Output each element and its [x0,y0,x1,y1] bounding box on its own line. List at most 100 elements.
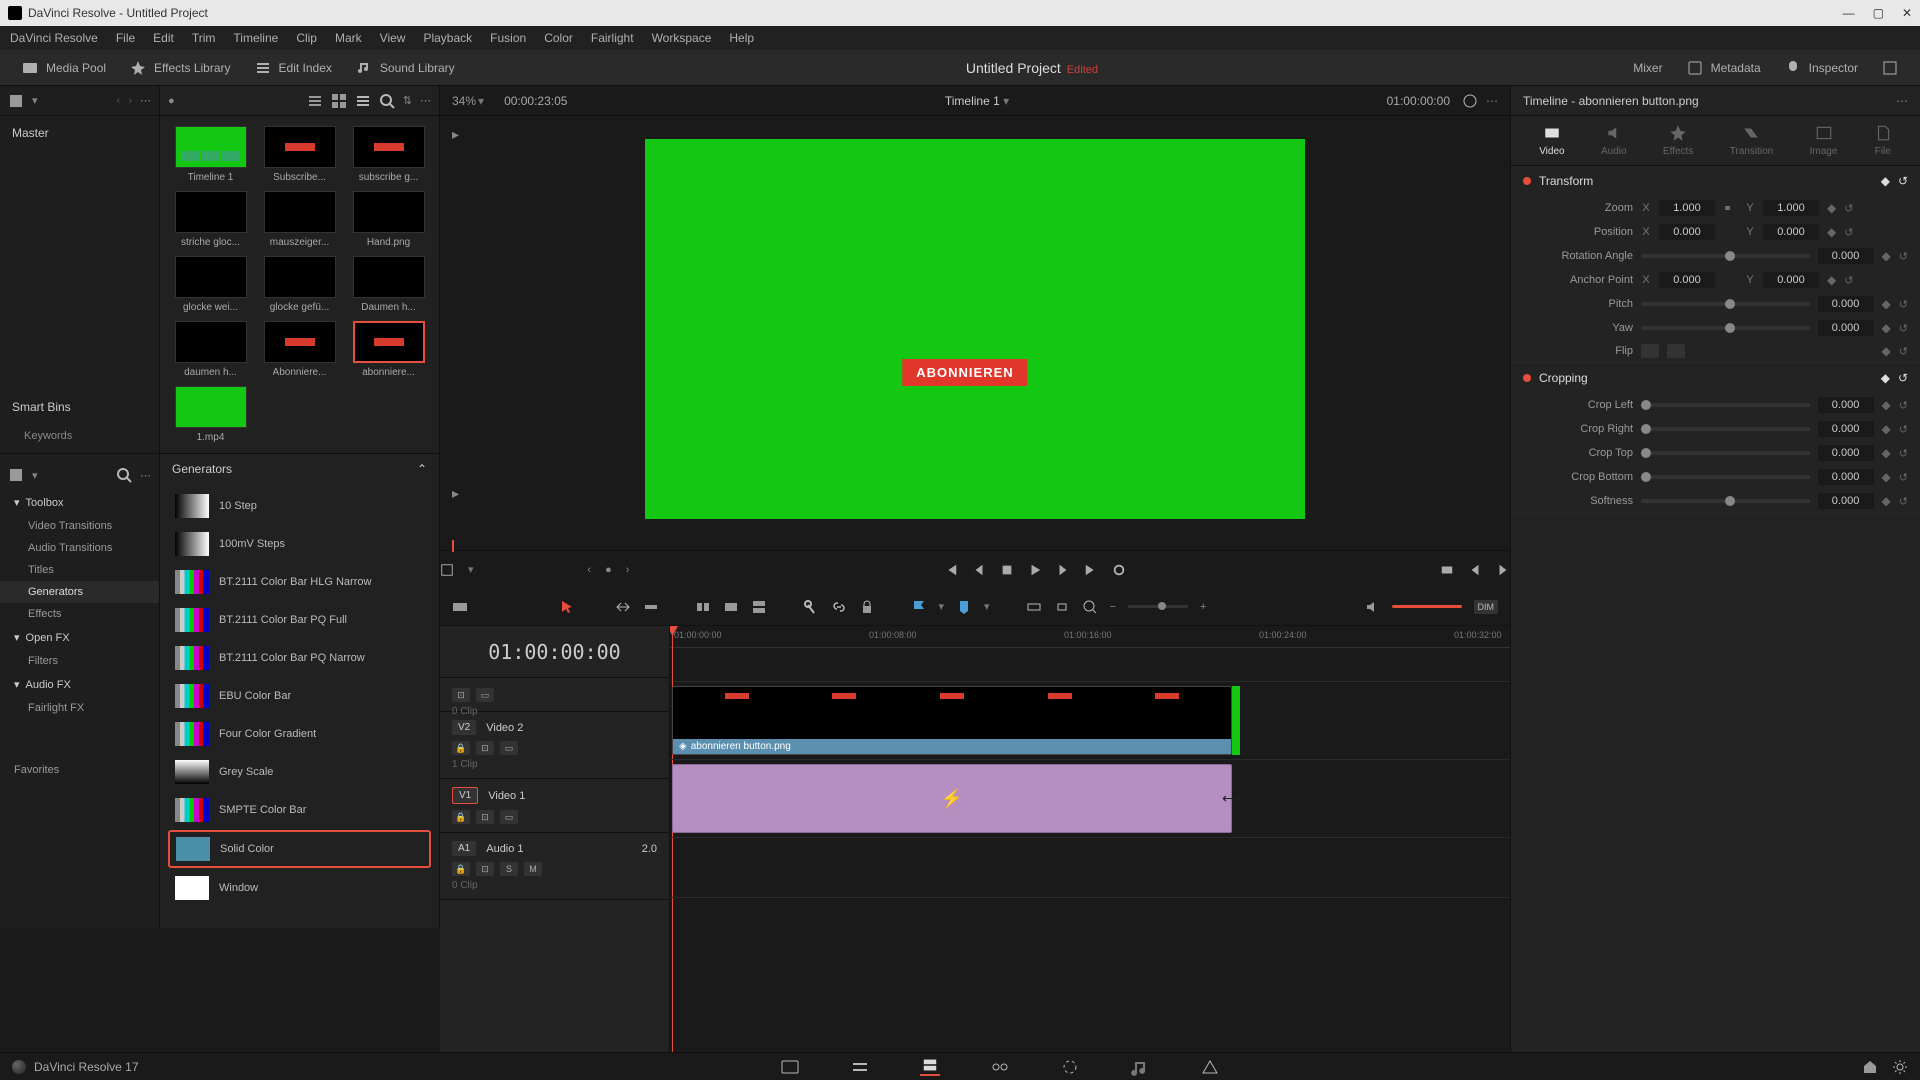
nav-back-icon[interactable]: ‹ [117,95,121,107]
keyframe-icon[interactable]: ◆ [1882,344,1891,358]
master-bin[interactable]: Master [0,116,159,150]
track-head-v2[interactable]: V2Video 2 🔒⊡▭ 1 Clip [440,712,669,779]
fx-item[interactable]: Video Transitions [0,515,159,537]
flip-v-button[interactable] [1667,344,1685,358]
match-frame-icon[interactable] [1440,563,1454,577]
reset-icon[interactable]: ↺ [1899,495,1908,508]
audiofx-category[interactable]: ▾ Audio FX [0,672,159,697]
reset-icon[interactable]: ↺ [1898,174,1908,188]
zoom-y-input[interactable]: 1.000 [1763,200,1819,216]
media-thumbnail[interactable] [175,126,247,168]
viewer-canvas[interactable]: ABONNIEREN [645,139,1305,519]
selection-tool-icon[interactable] [559,599,575,615]
track-ctrl[interactable]: ⊡ [476,862,494,876]
marker-icon[interactable] [956,599,972,615]
flip-h-button[interactable] [1641,344,1659,358]
track-ctrl[interactable]: ⊡ [476,810,494,824]
reset-icon[interactable]: ↺ [1844,202,1853,215]
clip-v2[interactable]: ◈abonnieren button.png [672,686,1232,755]
generator-item[interactable]: EBU Color Bar [168,678,431,714]
keyframe-icon[interactable]: ◆ [1827,201,1836,215]
media-thumbnail[interactable] [264,321,336,363]
keyframe-icon[interactable]: ◆ [1882,321,1891,335]
timeline-name[interactable]: Timeline 1 ▾ [567,94,1386,108]
zoom-slider[interactable] [1128,605,1188,608]
timeline-ruler[interactable]: 01:00:00:0001:00:08:0001:00:16:0001:00:2… [670,626,1510,648]
marker-dot-icon[interactable]: ● [605,564,612,576]
link-icon[interactable] [831,599,847,615]
audio-tab[interactable]: Audio [1601,124,1627,157]
chevron-down-icon[interactable]: ▾ [32,94,38,107]
maximize-button[interactable]: ▢ [1873,6,1884,20]
trim-handle-icon[interactable]: ⟷ [1222,790,1242,807]
menu-item[interactable]: Help [729,31,754,45]
reset-icon[interactable]: ↺ [1899,471,1908,484]
section-header[interactable]: Cropping◆↺ [1511,363,1920,393]
nav-fwd-icon[interactable]: › [128,95,132,107]
fx-item[interactable]: Titles [0,559,159,581]
link-icon[interactable]: ⚭ [1723,202,1737,215]
softness-input[interactable]: 0.000 [1818,493,1874,509]
cut-page-icon[interactable] [850,1058,870,1076]
pos-x-input[interactable]: 0.000 [1659,224,1715,240]
media-item[interactable]: striche gloc... [170,191,251,248]
sound-library-tab[interactable]: Sound Library [344,54,467,82]
pos-y-input[interactable]: 0.000 [1763,224,1819,240]
media-item[interactable]: 1.mp4 [170,386,251,443]
media-item[interactable]: Timeline 1 [170,126,251,183]
menu-item[interactable]: View [380,31,406,45]
crop-top-input[interactable]: 0.000 [1818,445,1874,461]
track-ctrl[interactable]: ▭ [476,688,494,702]
expand-button[interactable] [1870,54,1910,82]
crop-slider[interactable] [1641,475,1810,479]
media-thumbnail[interactable] [175,191,247,233]
more-icon[interactable]: ⋯ [140,469,151,482]
clip-v1[interactable]: ⚡ [672,764,1232,833]
video-track-1[interactable]: ⚡ ⟷ [670,760,1510,838]
generator-item[interactable]: Four Color Gradient [168,716,431,752]
menu-item[interactable]: Trim [192,31,216,45]
softness-slider[interactable] [1641,499,1810,503]
keyframe-icon[interactable]: ◆ [1882,470,1891,484]
timecode-display[interactable]: 01:00:00:00 [440,626,669,678]
chevron-down-icon[interactable]: ▾ [32,469,38,482]
media-thumbnail[interactable] [353,191,425,233]
menu-item[interactable]: Fairlight [591,31,634,45]
generator-item[interactable]: SMPTE Color Bar [168,792,431,828]
chevron-down-icon[interactable]: ▾ [478,94,484,108]
go-start-icon[interactable] [944,563,958,577]
more-icon[interactable]: ⋯ [1896,94,1908,108]
zoom-level[interactable]: 34% [452,94,476,108]
image-tab[interactable]: Image [1810,124,1838,157]
openfx-category[interactable]: ▾ Open FX [0,625,159,650]
media-thumbnail[interactable] [175,256,247,298]
generator-item[interactable]: Grey Scale [168,754,431,790]
menu-item[interactable]: Fusion [490,31,526,45]
prev-edit-icon[interactable]: ‹ [587,564,591,576]
track-head-v1[interactable]: V1Video 1 🔒⊡▭ [440,779,669,833]
stop-icon[interactable] [1000,563,1014,577]
rotation-slider[interactable] [1641,254,1810,258]
crop-slider[interactable] [1641,427,1810,431]
anchor-y-input[interactable]: 0.000 [1763,272,1819,288]
mark-out-icon[interactable]: ▸ [452,485,459,502]
reset-icon[interactable]: ↺ [1898,371,1908,385]
media-pool-tab[interactable]: Media Pool [10,54,118,82]
media-thumbnail[interactable] [264,126,336,168]
fx-item[interactable]: Filters [0,650,159,672]
minimize-button[interactable]: — [1843,6,1855,20]
overwrite-icon[interactable] [723,599,739,615]
media-item[interactable]: mauszeiger... [259,191,340,248]
crop-bottom-input[interactable]: 0.000 [1818,469,1874,485]
anchor-x-input[interactable]: 0.000 [1659,272,1715,288]
media-thumbnail[interactable] [264,256,336,298]
flag-icon[interactable] [911,599,927,615]
yaw-slider[interactable] [1641,326,1810,330]
mixer-tab[interactable]: Mixer [1597,54,1674,82]
keyframe-icon[interactable]: ◆ [1882,422,1891,436]
media-item[interactable]: subscribe g... [348,126,429,183]
play-icon[interactable] [1028,563,1042,577]
file-tab[interactable]: File [1874,124,1892,157]
view-grid-icon[interactable] [331,93,347,109]
generator-item[interactable]: Window [168,870,431,906]
